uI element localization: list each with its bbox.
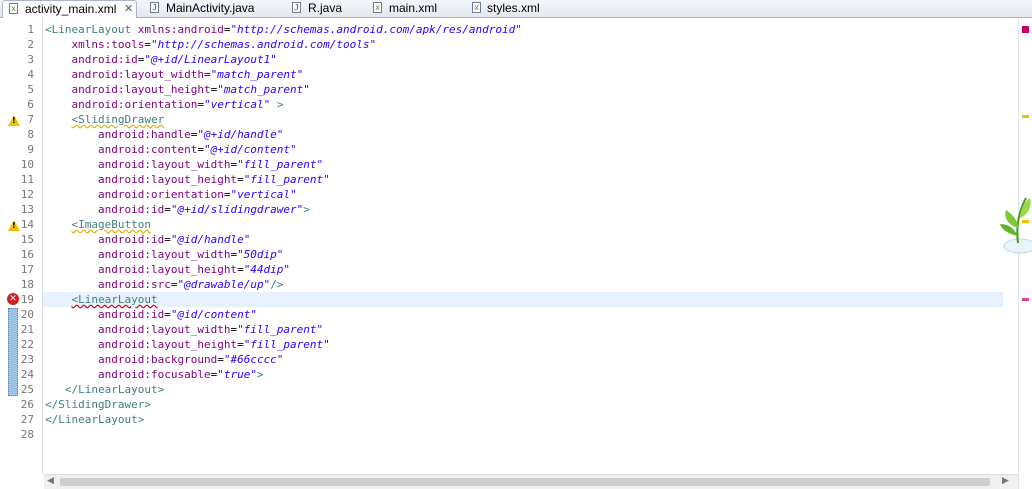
line-number: 27 [20, 413, 34, 426]
line-number: 13 [20, 203, 34, 216]
code-line[interactable]: </LinearLayout> [45, 412, 144, 427]
xml-file-icon: x [9, 3, 18, 14]
java-file-icon: J [292, 2, 301, 13]
warning-overview-mark[interactable] [1022, 115, 1029, 118]
code-line[interactable]: android:layout_height="44dip" [45, 262, 290, 277]
code-line[interactable]: android:orientation="vertical" [45, 187, 297, 202]
line-number: 25 [20, 383, 34, 396]
code-line[interactable]: android:id="@+id/slidingdrawer"> [45, 202, 310, 217]
code-line[interactable]: android:layout_width="fill_parent" [45, 322, 323, 337]
code-line[interactable]: <LinearLayout xmlns:android="http://sche… [45, 22, 522, 37]
error-icon[interactable]: ✕ [7, 293, 19, 305]
line-number: 16 [20, 248, 34, 261]
code-line[interactable]: <ImageButton [45, 217, 151, 232]
line-number: 6 [27, 98, 34, 111]
changed-lines-bar [8, 308, 18, 396]
line-number: 7 [27, 113, 34, 126]
xml-file-icon: x [472, 2, 481, 13]
line-number: 11 [20, 173, 34, 186]
error-summary-icon[interactable] [1022, 26, 1029, 33]
code-line[interactable]: android:id="@+id/LinearLayout1" [45, 52, 277, 67]
line-number: 12 [20, 188, 34, 201]
line-number: 2 [27, 38, 34, 51]
line-number: 14 [20, 218, 34, 231]
current-line-highlight [43, 292, 1003, 307]
decorative-plant-icon [1000, 197, 1032, 254]
tab-main-xml[interactable]: x main.xml [371, 0, 451, 17]
code-line[interactable]: android:content="@+id/content" [45, 142, 297, 157]
tab-label: styles.xml [487, 1, 540, 15]
code-line[interactable]: android:id="@id/content" [45, 307, 257, 322]
tab-label: activity_main.xml [25, 2, 117, 16]
line-number: 17 [20, 263, 34, 276]
line-number: 4 [27, 68, 34, 81]
tab-label: R.java [308, 1, 343, 15]
code-line[interactable]: android:orientation="vertical" > [45, 97, 284, 112]
line-number: 22 [20, 338, 34, 351]
tab-mainactivity-java[interactable]: J MainActivity.java [148, 0, 268, 17]
java-file-icon: J [150, 2, 159, 13]
tab-styles-xml[interactable]: x styles.xml [470, 0, 560, 17]
line-number: 28 [20, 428, 34, 441]
line-number: 5 [27, 83, 34, 96]
code-line[interactable]: android:layout_height="fill_parent" [45, 337, 330, 352]
code-line[interactable]: android:handle="@+id/handle" [45, 127, 283, 142]
xml-file-icon: x [373, 2, 382, 13]
code-line[interactable]: <SlidingDrawer [45, 112, 165, 127]
tab-activity-main-xml[interactable]: x activity_main.xml ✕ [2, 0, 137, 18]
scroll-left-icon[interactable]: ◀ [47, 476, 54, 486]
code-line[interactable]: android:layout_width="50dip" [45, 247, 283, 262]
code-line[interactable]: android:focusable="true"> [45, 367, 264, 382]
code-line[interactable]: android:layout_width="match_parent" [45, 67, 304, 82]
line-number: 20 [20, 308, 34, 321]
line-number: 1 [27, 23, 34, 36]
code-line[interactable]: </SlidingDrawer> [45, 397, 151, 412]
line-number: 18 [20, 278, 34, 291]
close-tab-icon[interactable]: ✕ [124, 1, 133, 17]
line-number: 23 [20, 353, 34, 366]
code-line[interactable]: <LinearLayout [45, 292, 158, 307]
line-number: 24 [20, 368, 34, 381]
code-line[interactable]: android:src="@drawable/up"/> [45, 277, 283, 292]
warning-icon[interactable]: ! [8, 220, 20, 231]
code-line[interactable]: android:layout_height="fill_parent" [45, 172, 330, 187]
line-number: 19 [20, 293, 34, 306]
tab-r-java[interactable]: J R.java [290, 0, 360, 17]
line-number: 15 [20, 233, 34, 246]
editor-tab-bar: x activity_main.xml ✕ J MainActivity.jav… [0, 0, 1032, 18]
line-number: 26 [20, 398, 34, 411]
tab-label: main.xml [389, 1, 438, 15]
horizontal-scrollbar[interactable]: ◀ ▶ [44, 474, 1018, 489]
code-line[interactable]: android:layout_height="match_parent" [45, 82, 310, 97]
scroll-right-icon[interactable]: ▶ [1002, 476, 1009, 486]
code-line[interactable]: android:background="#66cccc" [45, 352, 283, 367]
tab-label: MainActivity.java [166, 1, 255, 15]
code-line[interactable]: android:layout_width="fill_parent" [45, 157, 323, 172]
warning-icon[interactable]: ! [8, 115, 20, 126]
line-number: 10 [20, 158, 34, 171]
error-overview-mark[interactable] [1022, 298, 1029, 301]
code-line[interactable]: xmlns:tools="http://schemas.android.com/… [45, 37, 377, 52]
line-number: 21 [20, 323, 34, 336]
line-number: 3 [27, 53, 34, 66]
code-line[interactable]: </LinearLayout> [45, 382, 164, 397]
line-number: 9 [27, 143, 34, 156]
line-number: 8 [27, 128, 34, 141]
xml-source-editor[interactable]: 1 <LinearLayout xmlns:android="http://sch… [0, 18, 1018, 474]
scrollbar-thumb[interactable] [60, 478, 990, 486]
code-line[interactable]: android:id="@id/handle" [45, 232, 250, 247]
